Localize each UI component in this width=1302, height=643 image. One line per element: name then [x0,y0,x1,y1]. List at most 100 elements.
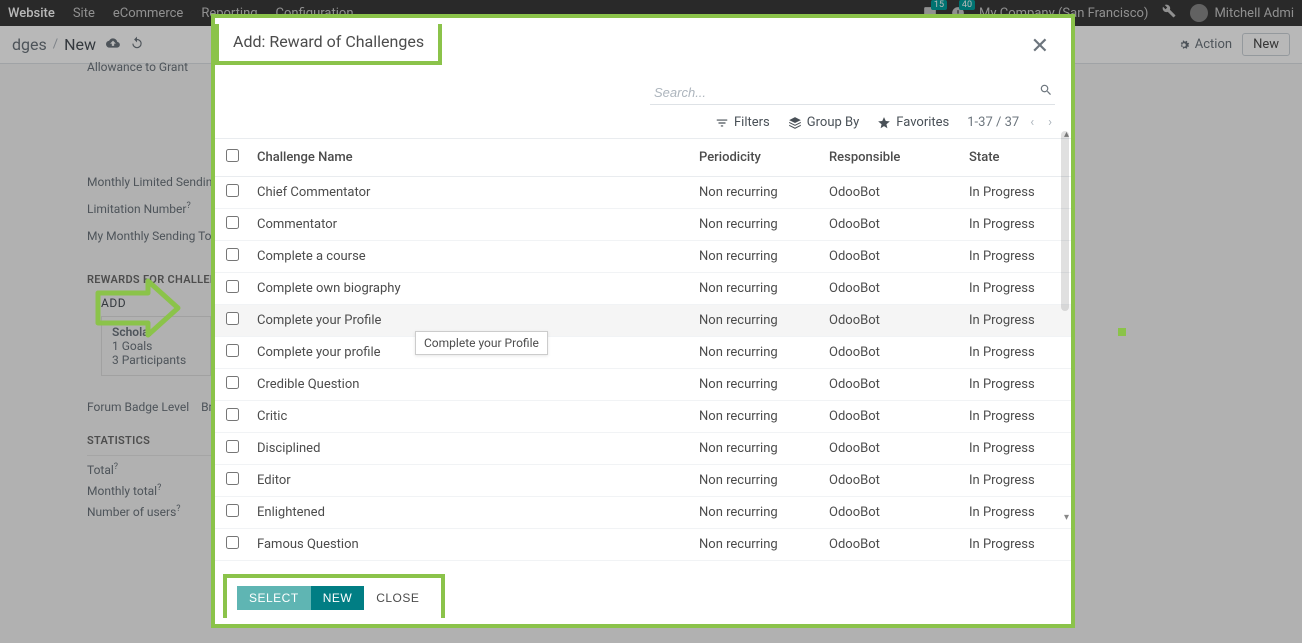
group-by-button[interactable]: Group By [788,115,860,130]
table-row[interactable]: Favorite Question Non recurring OdooBot … [215,561,1071,564]
table-row[interactable]: Chief Commentator Non recurring OdooBot … [215,177,1071,209]
row-checkbox[interactable] [226,440,239,453]
cell-state: In Progress [961,305,1071,337]
cell-state: In Progress [961,209,1071,241]
cell-responsible: OdooBot [821,401,961,433]
col-state[interactable]: State [961,139,1071,177]
table-scroll[interactable]: Challenge Name Periodicity Responsible S… [215,138,1071,563]
row-checkbox[interactable] [226,472,239,485]
row-checkbox[interactable] [226,536,239,549]
challenges-table: Challenge Name Periodicity Responsible S… [215,139,1071,563]
cell-state: In Progress [961,337,1071,369]
cell-state: In Progress [961,529,1071,561]
row-checkbox[interactable] [226,216,239,229]
funnel-icon [715,116,729,130]
filters-button[interactable]: Filters [715,115,770,130]
col-responsible[interactable]: Responsible [821,139,961,177]
favorites-button[interactable]: Favorites [877,115,949,130]
cell-state: In Progress [961,177,1071,209]
pager-prev-icon[interactable]: ‹ [1027,115,1037,130]
cell-periodicity: Non recurring [691,273,821,305]
search-input[interactable] [650,81,1055,105]
cell-periodicity: Non recurring [691,369,821,401]
table-row[interactable]: Complete your profile Non recurring Odoo… [215,337,1071,369]
cell-name: Favorite Question [249,561,691,564]
row-checkbox[interactable] [226,248,239,261]
table-row[interactable]: Famous Question Non recurring OdooBot In… [215,529,1071,561]
table-row[interactable]: Credible Question Non recurring OdooBot … [215,369,1071,401]
cell-periodicity: Non recurring [691,241,821,273]
select-all-checkbox[interactable] [226,149,239,162]
modal-header: Add: Reward of Challenges ✕ [215,18,1071,73]
cell-periodicity: Non recurring [691,209,821,241]
cell-state: In Progress [961,369,1071,401]
cell-responsible: OdooBot [821,561,961,564]
col-periodicity[interactable]: Periodicity [691,139,821,177]
select-button[interactable]: SELECT [237,586,311,610]
pager-next-icon[interactable]: › [1045,115,1055,130]
cell-responsible: OdooBot [821,305,961,337]
layers-icon [788,116,802,130]
table-row[interactable]: Commentator Non recurring OdooBot In Pro… [215,209,1071,241]
modal-footer: SELECT NEW CLOSE [215,563,1071,624]
cell-name: Complete a course [249,241,691,273]
cell-responsible: OdooBot [821,241,961,273]
modal-add-reward: Add: Reward of Challenges ✕ Filters Grou… [211,14,1075,628]
row-checkbox[interactable] [226,504,239,517]
cell-periodicity: Non recurring [691,465,821,497]
cell-state: In Progress [961,273,1071,305]
cell-periodicity: Non recurring [691,433,821,465]
table-row[interactable]: Complete your Profile Non recurring Odoo… [215,305,1071,337]
cell-periodicity: Non recurring [691,497,821,529]
search-icon[interactable] [1039,83,1053,101]
cell-responsible: OdooBot [821,273,961,305]
cell-periodicity: Non recurring [691,305,821,337]
cell-responsible: OdooBot [821,369,961,401]
row-checkbox[interactable] [226,344,239,357]
cell-name: Credible Question [249,369,691,401]
row-checkbox[interactable] [226,408,239,421]
cell-state: In Progress [961,497,1071,529]
cell-name: Chief Commentator [249,177,691,209]
table-row[interactable]: Critic Non recurring OdooBot In Progress [215,401,1071,433]
cell-name: Commentator [249,209,691,241]
cell-periodicity: Non recurring [691,401,821,433]
row-checkbox[interactable] [226,376,239,389]
close-icon[interactable]: ✕ [1025,34,1055,59]
cell-state: In Progress [961,465,1071,497]
row-checkbox[interactable] [226,280,239,293]
table-row[interactable]: Complete a course Non recurring OdooBot … [215,241,1071,273]
cell-name: Complete own biography [249,273,691,305]
col-name[interactable]: Challenge Name [249,139,691,177]
cell-responsible: OdooBot [821,497,961,529]
table-row[interactable]: Disciplined Non recurring OdooBot In Pro… [215,433,1071,465]
scrollbar[interactable]: ▴ ▾ [1061,131,1069,521]
table-row[interactable]: Enlightened Non recurring OdooBot In Pro… [215,497,1071,529]
row-tooltip: Complete your Profile [415,331,548,355]
row-checkbox[interactable] [226,312,239,325]
cell-periodicity: Non recurring [691,337,821,369]
cell-name: Famous Question [249,529,691,561]
cell-periodicity: Non recurring [691,529,821,561]
cell-name: Enlightened [249,497,691,529]
cell-name: Critic [249,401,691,433]
cell-responsible: OdooBot [821,177,961,209]
cell-state: In Progress [961,241,1071,273]
cell-state: In Progress [961,433,1071,465]
cell-name: Disciplined [249,433,691,465]
star-icon [877,116,891,130]
pager: 1-37 / 37 ‹ › [967,115,1055,130]
cell-state: In Progress [961,401,1071,433]
cell-name: Editor [249,465,691,497]
cell-responsible: OdooBot [821,209,961,241]
cell-responsible: OdooBot [821,433,961,465]
row-checkbox[interactable] [226,184,239,197]
table-row[interactable]: Complete own biography Non recurring Odo… [215,273,1071,305]
new-record-button[interactable]: NEW [311,586,365,610]
cell-responsible: OdooBot [821,465,961,497]
table-row[interactable]: Editor Non recurring OdooBot In Progress [215,465,1071,497]
cell-responsible: OdooBot [821,529,961,561]
cell-periodicity: Non recurring [691,177,821,209]
close-button[interactable]: CLOSE [364,586,431,610]
cell-state: In Progress [961,561,1071,564]
